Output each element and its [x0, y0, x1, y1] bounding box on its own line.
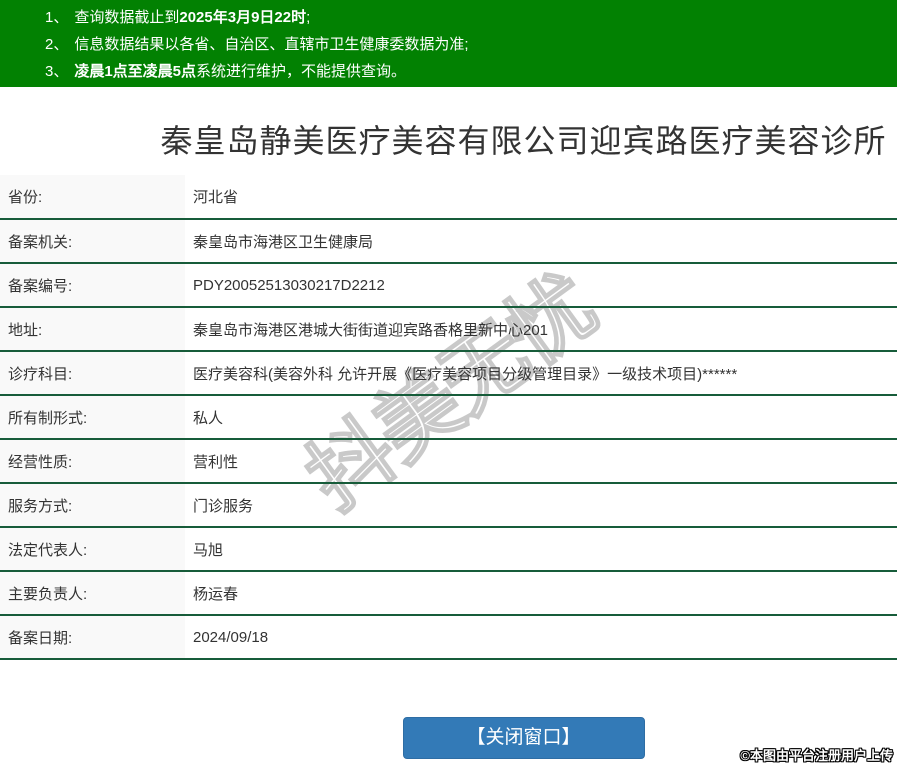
- notice-number: 1、: [45, 9, 69, 26]
- row-label: 备案编号:: [0, 263, 185, 307]
- notice-number: 2、: [45, 36, 69, 53]
- notice-text-bold: 2025年3月9日22时: [179, 9, 307, 26]
- notice-line-3: 3、 凌晨1点至凌晨5点系统进行维护，不能提供查询。: [0, 58, 897, 85]
- platform-credit-watermark: ©本图由平台注册用户上传: [740, 748, 893, 763]
- row-value: 河北省: [193, 189, 239, 206]
- row-value: 门诊服务: [193, 497, 254, 515]
- table-row: 备案机关: 秦皇岛市海港区卫生健康局: [0, 219, 897, 263]
- notice-text: 系统进行维护，不能提供查询。: [196, 63, 407, 80]
- notice-number: 3、: [45, 63, 69, 80]
- row-label: 法定代表人:: [0, 527, 185, 571]
- row-label: 主要负责人:: [0, 571, 185, 615]
- row-value: 马旭: [193, 541, 224, 559]
- row-label: 地址:: [0, 307, 185, 351]
- table-row: 所有制形式: 私人: [0, 395, 897, 439]
- notice-bar: 1、 查询数据截止到2025年3月9日22时; 2、 信息数据结果以各省、自治区、直…: [0, 0, 897, 87]
- row-label: 服务方式:: [0, 483, 185, 527]
- table-row: 经营性质: 营利性: [0, 439, 897, 483]
- row-label: 备案日期:: [0, 615, 185, 659]
- table-row: 地址: 秦皇岛市海港区港城大街街道迎宾路香格里新中心201: [0, 307, 897, 351]
- row-label: 省份:: [0, 175, 185, 219]
- row-label: 经营性质:: [0, 439, 185, 483]
- close-window-button[interactable]: 【关闭窗口】: [402, 717, 645, 759]
- notice-text: 信息数据结果以各省、自治区、直辖市卫生健康委数据为准;: [74, 36, 469, 53]
- table-row: 备案日期: 2024/09/18: [0, 615, 897, 659]
- notice-line-1: 1、 查询数据截止到2025年3月9日22时;: [0, 4, 897, 31]
- notice-text-bold: 凌晨1点至凌晨5点: [74, 63, 197, 80]
- notice-text: 查询数据截止到: [74, 9, 180, 26]
- row-value: 私人: [193, 409, 224, 427]
- page-title: 秦皇岛静美医疗美容有限公司迎宾路医疗美容诊所: [160, 123, 887, 159]
- table-row: 备案编号: PDY20052513030217D2212: [0, 263, 897, 307]
- institution-info-table: 省份: 河北省 备案机关: 秦皇岛市海港区卫生健康局 备案编号: PDY2005…: [0, 175, 897, 660]
- table-row: 省份: 河北省: [0, 175, 897, 219]
- row-value: 医疗美容科(美容外科 允许开展《医疗美容项目分级管理目录》一级技术项目)****…: [193, 365, 738, 383]
- page-container: 1、 查询数据截止到2025年3月9日22时; 2、 信息数据结果以各省、自治区、直…: [0, 0, 897, 759]
- row-value: 2024/09/18: [193, 628, 269, 646]
- table-row: 诊疗科目: 医疗美容科(美容外科 允许开展《医疗美容项目分级管理目录》一级技术项…: [0, 351, 897, 395]
- row-label: 诊疗科目:: [0, 351, 185, 395]
- row-value: 营利性: [193, 453, 239, 471]
- table-row: 服务方式: 门诊服务: [0, 483, 897, 527]
- notice-text: ;: [306, 9, 311, 26]
- row-value: PDY20052513030217D2212: [193, 276, 385, 294]
- table-row: 主要负责人: 杨运春: [0, 571, 897, 615]
- row-value: 秦皇岛市海港区港城大街街道迎宾路香格里新中心201: [193, 321, 549, 339]
- notice-line-2: 2、 信息数据结果以各省、自治区、直辖市卫生健康委数据为准;: [0, 31, 897, 58]
- row-value: 杨运春: [193, 585, 239, 603]
- row-label: 备案机关:: [0, 219, 185, 263]
- table-row: 法定代表人: 马旭: [0, 527, 897, 571]
- row-label: 所有制形式:: [0, 395, 185, 439]
- row-value: 秦皇岛市海港区卫生健康局: [193, 233, 374, 251]
